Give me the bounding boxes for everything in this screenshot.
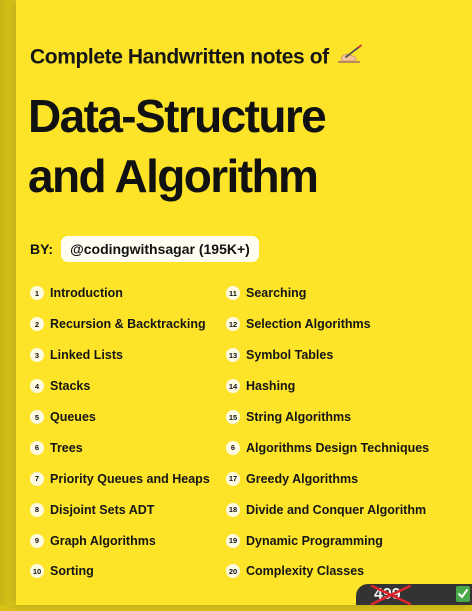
topic-item: 6 Trees	[30, 432, 226, 463]
topic-number: 17	[226, 471, 240, 486]
topic-label: Searching	[246, 286, 307, 301]
topic-item: 14 Hashing	[226, 371, 456, 402]
subtitle: Complete Handwritten notes of	[30, 44, 363, 72]
topic-item: 8 Disjoint Sets ADT	[30, 494, 226, 525]
subtitle-text: Complete Handwritten notes of	[30, 45, 329, 69]
topic-label: Complexity Classes	[246, 564, 365, 579]
topic-label: Stacks	[50, 379, 91, 394]
topic-item: 4 Stacks	[30, 371, 226, 402]
topic-item: 7 Priority Queues and Heaps	[30, 463, 226, 494]
topic-item: 12 Selection Algorithms	[226, 309, 456, 340]
topic-number: 4	[30, 379, 44, 394]
topic-item: 13 Symbol Tables	[226, 340, 456, 371]
topic-item: 1 Introduction	[30, 278, 226, 309]
topic-number: 13	[226, 348, 240, 363]
topic-number: 8	[30, 502, 44, 517]
topic-item: 17 Greedy Algorithms	[226, 463, 456, 494]
topic-number: 5	[30, 410, 44, 424]
topic-label: Disjoint Sets ADT	[50, 502, 155, 517]
topic-label: Hashing	[246, 379, 296, 394]
topic-number: 6	[30, 440, 44, 455]
topic-label: Linked Lists	[50, 348, 123, 363]
topic-item: 11 Searching	[226, 278, 456, 309]
title-line-2: and Algorithm	[28, 150, 319, 202]
author-label: BY:	[30, 241, 54, 257]
page-title: Data-Structure and Algorithm	[28, 86, 327, 206]
topic-item: 3 Linked Lists	[30, 340, 226, 371]
check-icon	[456, 586, 470, 602]
topic-item: 18 Divide and Conquer Algorithm	[226, 494, 456, 525]
topic-number: 9	[30, 533, 44, 548]
topic-label: Selection Algorithms	[246, 317, 371, 332]
notebook-spine	[0, 0, 16, 605]
topic-label: Introduction	[50, 286, 123, 301]
topic-item: 2 Recursion & Backtracking	[30, 309, 226, 340]
author-byline: BY: @codingwithsagar (195K+)	[30, 236, 259, 262]
topic-number: 14	[226, 379, 240, 394]
cross-icon	[366, 582, 416, 611]
topic-number: 2	[30, 317, 44, 332]
topic-label: Dynamic Programming	[246, 533, 383, 548]
topic-item: 5 Queues	[30, 402, 226, 433]
topic-label: Queues	[50, 410, 96, 424]
topic-number: 6	[226, 440, 240, 455]
price-sticker: 499	[356, 584, 472, 606]
topic-number: 1	[30, 286, 44, 301]
topic-number: 12	[226, 317, 240, 332]
topic-number: 18	[226, 502, 240, 517]
topic-item: 6 Algorithms Design Techniques	[226, 432, 456, 463]
topic-number: 15	[226, 410, 240, 424]
writing-hand-icon	[335, 44, 363, 72]
topic-label: Graph Algorithms	[50, 533, 156, 548]
topic-label: Recursion & Backtracking	[50, 317, 206, 332]
topic-number: 10	[30, 564, 44, 579]
topic-item: 15 String Algorithms	[226, 402, 456, 433]
topic-number: 7	[30, 471, 44, 486]
topic-label: Algorithms Design Techniques	[246, 440, 430, 455]
topic-label: Trees	[50, 440, 83, 455]
topic-label: Priority Queues and Heaps	[50, 471, 210, 486]
topic-label: Divide and Conquer Algorithm	[246, 502, 427, 517]
topic-item: 20 Complexity Classes	[226, 556, 456, 587]
topic-label: Symbol Tables	[246, 348, 334, 363]
topic-label: Greedy Algorithms	[246, 471, 359, 486]
topic-list: 1 Introduction 2 Recursion & Backtracking …	[30, 278, 456, 587]
topic-number: 11	[226, 286, 240, 301]
topic-item: 9 Graph Algorithms	[30, 525, 226, 556]
author-handle: @codingwithsagar (195K+)	[61, 236, 259, 262]
title-line-1: Data-Structure	[28, 90, 327, 142]
topic-number: 19	[226, 533, 240, 548]
topic-item: 10 Sorting	[30, 556, 226, 587]
topic-label: Sorting	[50, 564, 94, 579]
topic-label: String Algorithms	[246, 410, 352, 424]
topic-number: 3	[30, 348, 44, 363]
topic-number: 20	[226, 564, 240, 579]
topic-item: 19 Dynamic Programming	[226, 525, 456, 556]
